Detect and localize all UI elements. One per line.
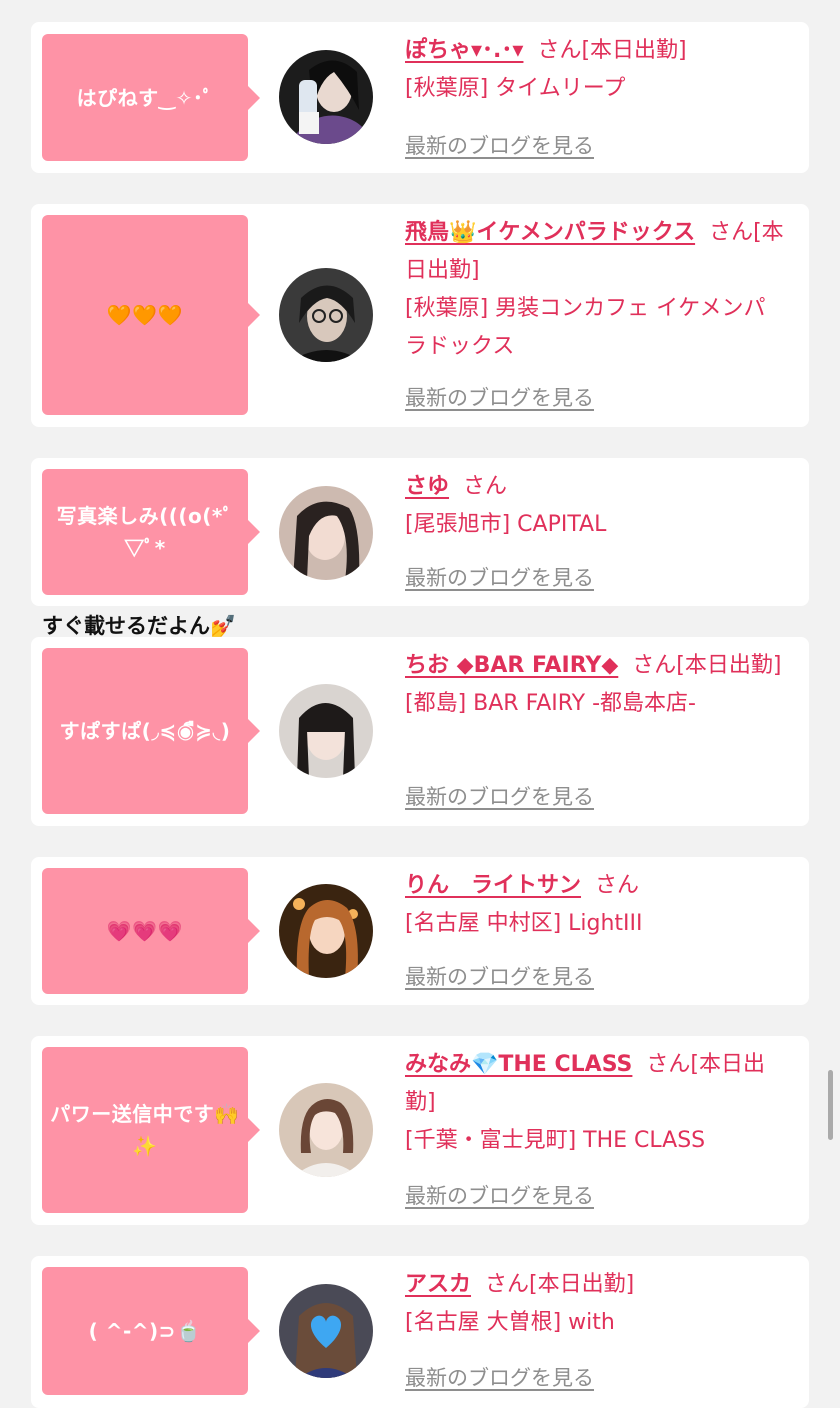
post-card: はぴねす‿✧･ﾟ ぽちゃ▾･.･▾ さん[本日出勤] [秋葉原] タイムリープ 最… (31, 22, 809, 173)
latest-blog-link[interactable]: 最新のブログを見る (405, 1180, 594, 1210)
post-info: りん ライトサン さん [名古屋 中村区] LightIII (405, 867, 787, 943)
post-card: パワー送信中です🙌✨ みなみ💎THE CLASS さん[本日出勤] [千葉・富士見… (31, 1036, 809, 1225)
avatar[interactable] (279, 1083, 373, 1177)
shop-label: [名古屋 大曽根] with (405, 1310, 615, 1335)
overlay-caption: すぐ載せるだよん💅 (42, 614, 237, 638)
post-info: ぽちゃ▾･.･▾ さん[本日出勤] [秋葉原] タイムリープ (405, 32, 787, 108)
post-card: ( ^-^)⊃🍵 アスカ さん[本日出勤] [名古屋 大曽根] with 最新のブ… (31, 1256, 809, 1408)
post-info: さゆ さん [尾張旭市] CAPITAL (405, 468, 787, 544)
post-card: 🧡🧡🧡 飛鳥👑イケメンパラドックス さん[本日出勤] [秋葉原] 男装コンカフェ … (31, 204, 809, 427)
comment-bubble: 🧡🧡🧡 (42, 215, 260, 415)
poster-name-link[interactable]: 飛鳥👑イケメンパラドックス (405, 220, 695, 245)
avatar[interactable] (279, 486, 373, 580)
poster-name-link[interactable]: みなみ💎THE CLASS (405, 1052, 632, 1077)
post-info: 飛鳥👑イケメンパラドックス さん[本日出勤] [秋葉原] 男装コンカフェ イケメン… (405, 214, 787, 366)
poster-name-link[interactable]: りん ライトサン (405, 873, 581, 898)
shop-label: [秋葉原] タイムリープ (405, 76, 626, 101)
latest-blog-link[interactable]: 最新のブログを見る (405, 781, 594, 811)
comment-bubble: 写真楽しみ(((o(*ﾟ▽ﾟ* (42, 469, 260, 595)
shop-label: [千葉・富士見町] THE CLASS (405, 1128, 706, 1153)
post-info: みなみ💎THE CLASS さん[本日出勤] [千葉・富士見町] THE CLAS… (405, 1046, 787, 1160)
post-card: すぱすぱ(◞≼◉ื≽◟) ちお ◆BAR FAIRY◆ さん[本日出勤] [都島]… (31, 637, 809, 826)
poster-status: さん (595, 873, 640, 898)
poster-name-link[interactable]: ぽちゃ▾･.･▾ (405, 38, 523, 63)
comment-bubble: 💗💗💗 (42, 868, 260, 994)
shop-label: [都島] BAR FAIRY -都島本店- (405, 691, 696, 716)
latest-blog-link[interactable]: 最新のブログを見る (405, 1362, 594, 1392)
avatar[interactable] (279, 50, 373, 144)
avatar[interactable] (279, 268, 373, 362)
post-info: ちお ◆BAR FAIRY◆ さん[本日出勤] [都島] BAR FAIRY -都… (405, 647, 787, 723)
comment-bubble: ( ^-^)⊃🍵 (42, 1267, 260, 1395)
poster-status: さん[本日出勤] (485, 1272, 635, 1297)
latest-blog-link[interactable]: 最新のブログを見る (405, 382, 594, 412)
poster-status: さん[本日出勤] (632, 653, 782, 678)
comment-bubble: パワー送信中です🙌✨ (42, 1047, 260, 1213)
avatar[interactable] (279, 884, 373, 978)
latest-blog-link[interactable]: 最新のブログを見る (405, 961, 594, 991)
poster-status: さん[本日出勤] (537, 38, 687, 63)
latest-blog-link[interactable]: 最新のブログを見る (405, 130, 594, 160)
scrollbar[interactable] (828, 1070, 833, 1140)
post-info: アスカ さん[本日出勤] [名古屋 大曽根] with (405, 1266, 787, 1342)
shop-label: [尾張旭市] CAPITAL (405, 512, 607, 537)
comment-bubble: はぴねす‿✧･ﾟ (42, 34, 260, 161)
poster-name-link[interactable]: さゆ (405, 474, 449, 499)
avatar[interactable] (279, 1284, 373, 1378)
latest-blog-link[interactable]: 最新のブログを見る (405, 562, 594, 592)
shop-label: [名古屋 中村区] LightIII (405, 911, 643, 936)
poster-name-link[interactable]: アスカ (405, 1272, 471, 1297)
shop-label: [秋葉原] 男装コンカフェ イケメンパラドックス (405, 296, 766, 359)
poster-name-link[interactable]: ちお ◆BAR FAIRY◆ (405, 653, 618, 678)
comment-bubble: すぱすぱ(◞≼◉ื≽◟) (42, 648, 260, 814)
avatar[interactable] (279, 684, 373, 778)
post-card: 写真楽しみ(((o(*ﾟ▽ﾟ* さゆ さん [尾張旭市] CAPITAL 最新のブ… (31, 458, 809, 606)
poster-status: さん (463, 474, 508, 499)
post-card: 💗💗💗 りん ライトサン さん [名古屋 中村区] LightIII 最新のブログ… (31, 857, 809, 1005)
